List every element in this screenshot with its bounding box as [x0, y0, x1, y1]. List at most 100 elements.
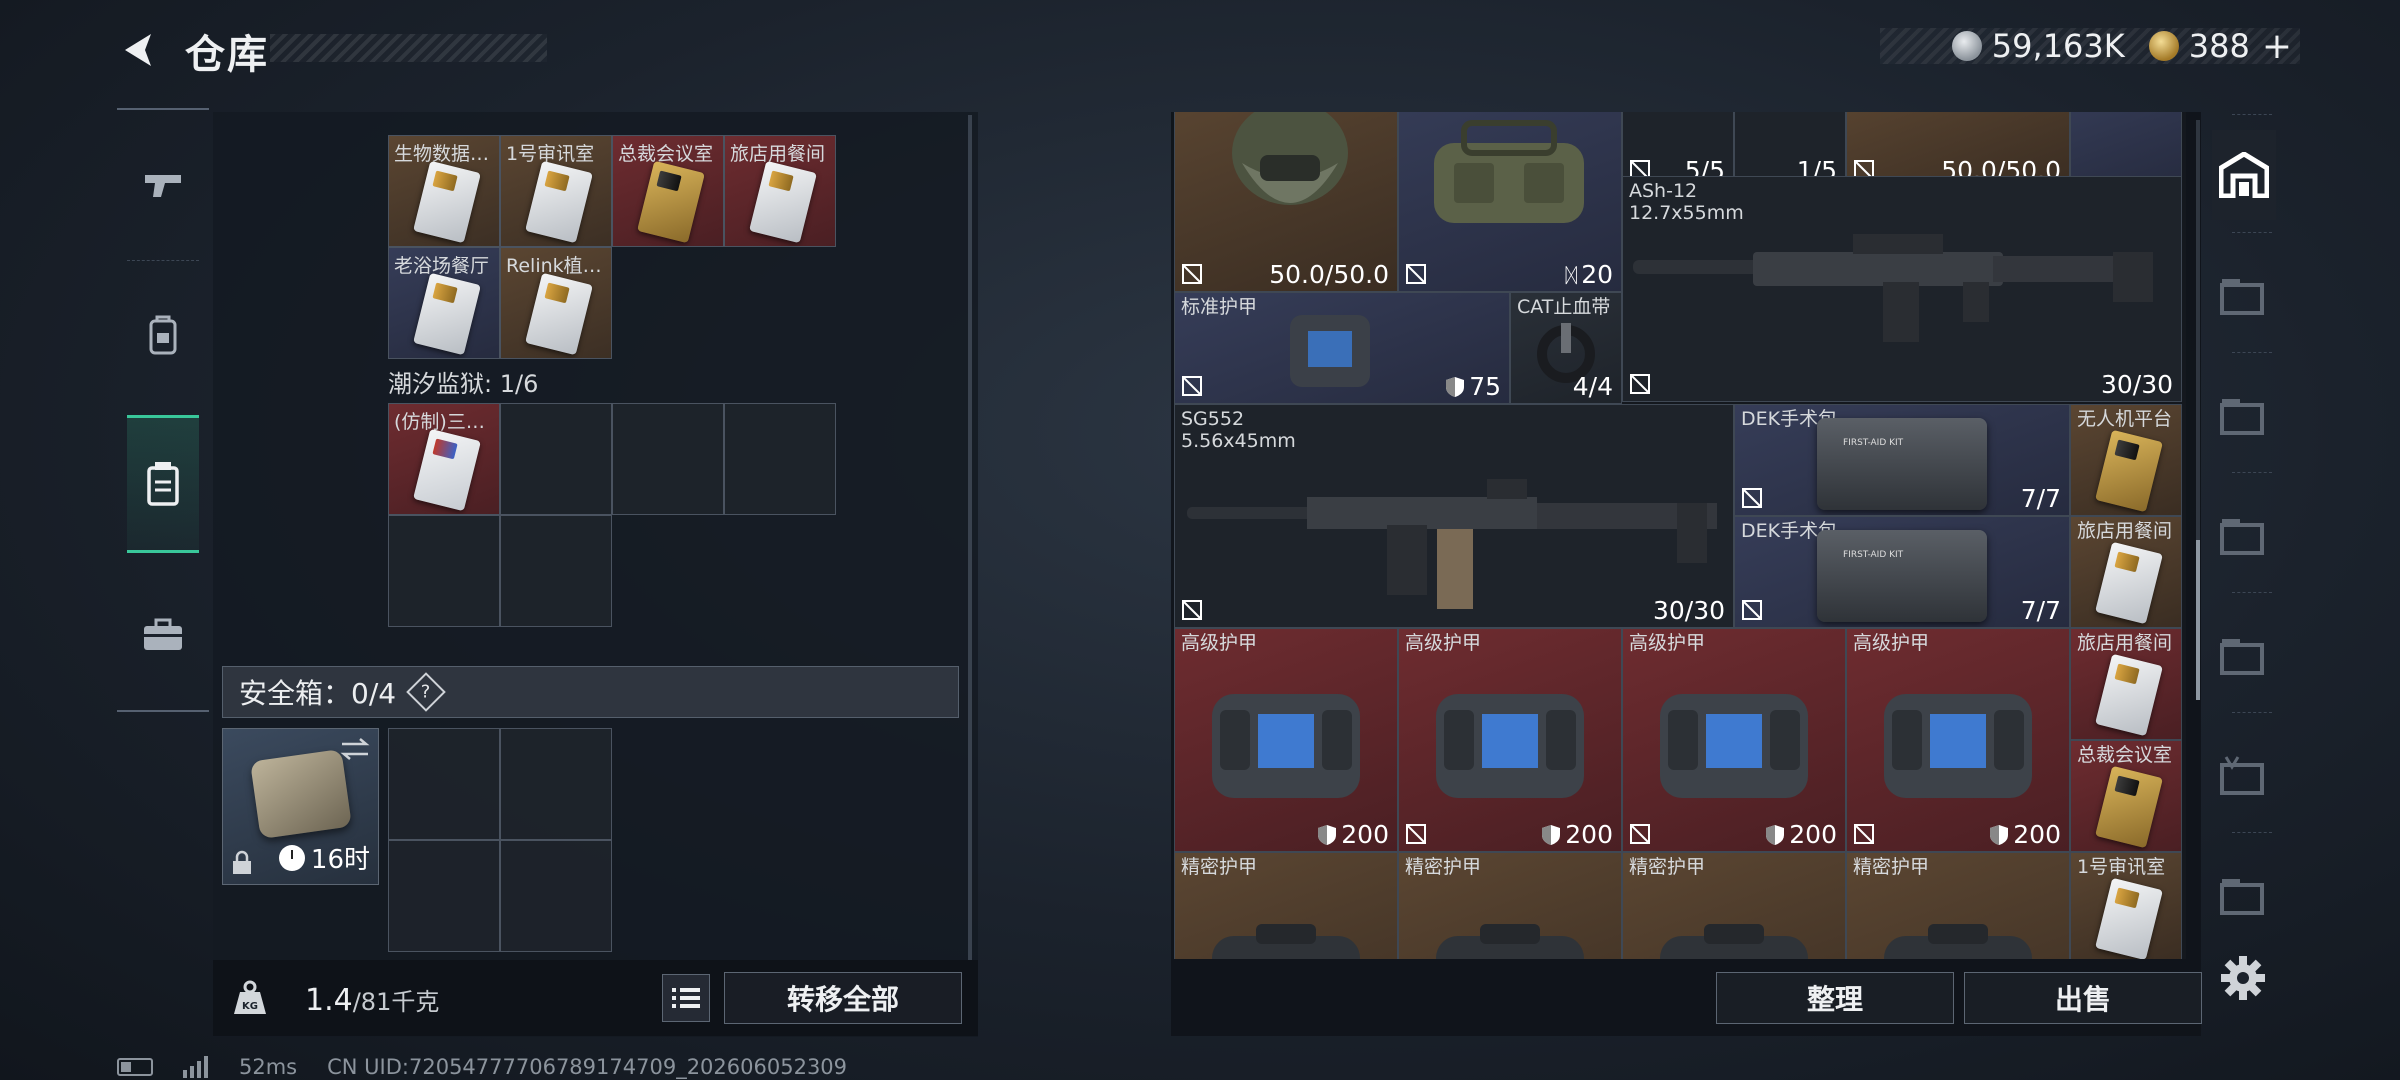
armor-vest-icon — [1660, 694, 1808, 799]
right-scrollbar-thumb[interactable] — [2196, 540, 2200, 700]
sell-button[interactable]: 出售 — [1964, 972, 2202, 1024]
list-icon — [672, 988, 700, 1008]
inn-dining-card[interactable]: 旅店用餐间 — [2070, 516, 2182, 628]
page-title: 仓库 — [185, 32, 269, 78]
add-currency-button[interactable]: + — [2262, 26, 2292, 67]
weight-icon: KG — [230, 978, 270, 1018]
ceo-meeting-card[interactable]: 总裁会议室 — [2070, 740, 2182, 852]
silver-amount: 59,163K — [1991, 27, 2125, 65]
back-arrow-icon[interactable] — [115, 28, 159, 72]
sidebar-item-container[interactable] — [127, 415, 199, 553]
list-view-button[interactable] — [662, 974, 710, 1022]
sidebar-item-weapons[interactable] — [127, 140, 199, 230]
rifle-sg552[interactable]: SG552 5.56x45mm 30/30 — [1174, 404, 1734, 628]
no-durability-icon — [1182, 264, 1202, 284]
capacity-icon: ᛞ — [1565, 262, 1578, 287]
sg552-ammo: 30/30 — [1652, 596, 1725, 625]
help-icon[interactable]: ? — [406, 672, 446, 712]
pistol-icon — [145, 175, 181, 197]
keycard-icon — [637, 160, 705, 244]
safe-slot[interactable] — [388, 840, 500, 952]
keycard-slot[interactable]: 1号审讯室 — [500, 135, 612, 247]
empty-slot[interactable] — [612, 403, 724, 515]
safe-box-label: 安全箱：0/4 — [239, 677, 397, 710]
empty-slot[interactable] — [388, 515, 500, 627]
keycard-icon — [2095, 765, 2163, 849]
armor-vest-icon — [1436, 694, 1584, 799]
keycard-icon — [749, 160, 817, 244]
sidebar-item-briefcase[interactable] — [127, 590, 199, 680]
swap-icon[interactable] — [340, 737, 370, 761]
cat-tourniquet-item[interactable]: CAT止血带 4/4 — [1510, 292, 1622, 404]
battery-icon — [117, 1058, 153, 1076]
keycard-slot[interactable]: 生物数据… — [388, 135, 500, 247]
dek-surgical-kit[interactable]: DEK手术包 7/7 — [1734, 516, 2070, 628]
left-scrollbar[interactable] — [968, 115, 972, 960]
signal-icon — [183, 1056, 208, 1078]
keycard-icon — [413, 160, 481, 244]
helmet-item[interactable]: 50.0/50.0 — [1174, 112, 1398, 292]
shield-icon — [1990, 824, 2009, 845]
keycard-icon — [2095, 877, 2163, 959]
dek-surgical-kit[interactable]: DEK手术包 7/7 — [1734, 404, 2070, 516]
rifle-ash12[interactable]: ASh-12 12.7x55mm 30/30 — [1622, 176, 2182, 402]
ash12-ammo: 30/30 — [2100, 370, 2173, 399]
keycard-slot[interactable]: Relink植… — [500, 247, 612, 359]
svg-text:KG: KG — [242, 1001, 258, 1012]
precise-armor-item[interactable]: 精密护甲 — [1622, 852, 1846, 959]
safe-box-slot[interactable]: 16时 — [222, 728, 379, 885]
settings-gear-icon[interactable] — [2220, 955, 2266, 1001]
gold-amount: 388 — [2188, 27, 2250, 65]
warehouse-tab-1[interactable] — [2212, 250, 2276, 340]
medkit-icon — [1817, 418, 1987, 511]
folder-icon — [2220, 399, 2264, 435]
no-durability-icon — [1630, 374, 1650, 394]
transfer-all-button[interactable]: 转移全部 — [724, 972, 962, 1024]
advanced-armor-item[interactable]: 高级护甲 200 — [1174, 628, 1398, 852]
precise-armor-item[interactable]: 精密护甲 — [1174, 852, 1398, 959]
no-durability-icon — [1406, 264, 1426, 284]
empty-slot[interactable] — [500, 403, 612, 515]
empty-slot[interactable] — [500, 515, 612, 627]
standard-armor-item[interactable]: 标准护甲 75 — [1174, 292, 1510, 404]
advanced-armor-item[interactable]: 高级护甲 200 — [1398, 628, 1622, 852]
currency-bar: 59,163K 388 + — [1880, 26, 2300, 67]
warehouse-tab-5[interactable] — [2212, 850, 2276, 940]
warehouse-tab-vip[interactable] — [2212, 730, 2276, 820]
drone-platform-card[interactable]: 无人机平台 — [2070, 404, 2182, 516]
bag-item[interactable]: ᛞ 20 — [1398, 112, 1622, 292]
safe-slot[interactable] — [500, 728, 612, 840]
keycard-icon — [2095, 541, 2163, 625]
safe-slot[interactable] — [388, 728, 500, 840]
container-icon — [147, 462, 179, 506]
weight-readout: 1.4/81千克 — [305, 983, 440, 1018]
precise-armor-item[interactable]: 精密护甲 — [1398, 852, 1622, 959]
armor-vest-icon — [1212, 694, 1360, 799]
no-durability-icon — [1182, 376, 1202, 396]
warehouse-tab-all[interactable] — [2212, 130, 2276, 220]
warehouse-tab-3[interactable] — [2212, 490, 2276, 580]
warehouse-tab-2[interactable] — [2212, 370, 2276, 460]
advanced-armor-item[interactable]: 高级护甲 200 — [1846, 628, 2070, 852]
no-durability-icon — [1182, 600, 1202, 620]
safe-slot[interactable] — [500, 840, 612, 952]
helmet-durability: 50.0/50.0 — [1269, 260, 1389, 289]
empty-slot[interactable] — [724, 403, 836, 515]
interrogation-card[interactable]: 1号审讯室 — [2070, 852, 2182, 959]
keycard-slot[interactable]: 旅店用餐间 — [724, 135, 836, 247]
precise-armor-item[interactable]: 精密护甲 — [1846, 852, 2070, 959]
keycard-slot[interactable]: (仿制)三… — [388, 403, 500, 515]
no-durability-icon — [1854, 824, 1874, 844]
warehouse-tab-4[interactable] — [2212, 610, 2276, 700]
sort-button[interactable]: 整理 — [1716, 972, 1954, 1024]
keycard-slot[interactable]: 老浴场餐厅 — [388, 247, 500, 359]
folder-icon — [2220, 519, 2264, 555]
sidebar-item-backpack[interactable] — [127, 290, 199, 380]
vip-folder-icon — [2220, 756, 2264, 795]
inn-dining-card[interactable]: 旅店用餐间 — [2070, 628, 2182, 740]
keycard-slot[interactable]: 总裁会议室 — [612, 135, 724, 247]
safe-box-header: 安全箱：0/4 ? — [222, 666, 959, 718]
advanced-armor-item[interactable]: 高级护甲 200 — [1622, 628, 1846, 852]
lock-icon — [233, 850, 251, 874]
keycard-icon — [2095, 653, 2163, 737]
